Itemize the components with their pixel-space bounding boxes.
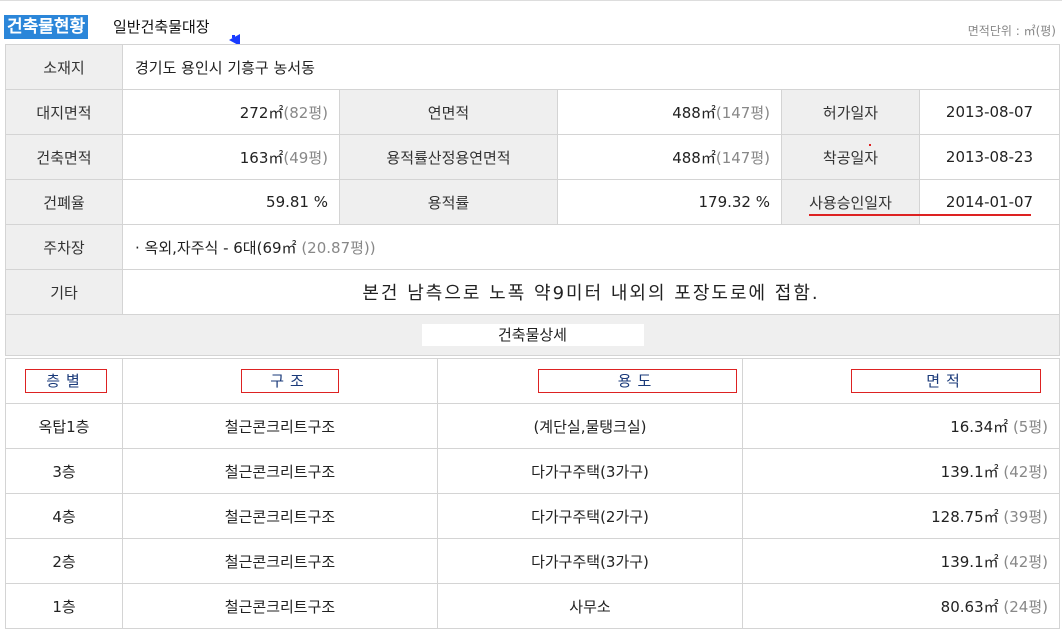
use-cell: 다가구주택(3가구) — [437, 538, 743, 584]
coverage-label: 건폐율 — [5, 179, 123, 225]
use-cell: 사무소 — [437, 583, 743, 629]
building-area-value: 163㎡(49평) — [122, 134, 340, 180]
total-floor-area-m2: 488㎡ — [672, 103, 716, 122]
col-header-area-label: 면적 — [851, 369, 1041, 393]
area-py: (24평) — [1003, 597, 1048, 616]
structure-cell: 철근콘크리트구조 — [122, 403, 438, 449]
area-cell: 139.1㎡ (42평) — [742, 538, 1060, 584]
page-title: 건축물현황 — [4, 15, 89, 39]
far-floor-area-label: 용적률산정용연면적 — [339, 134, 558, 180]
area-m2: 16.34㎡ — [950, 417, 1009, 436]
structure-cell: 철근콘크리트구조 — [122, 448, 438, 494]
building-area-m2: 163㎡ — [239, 148, 284, 167]
parking-text: · 옥외,자주식 - 6대(69㎡ — [135, 238, 297, 257]
start-date-label: 착공일자 — [781, 134, 920, 180]
use-cell: 다가구주택(3가구) — [437, 448, 743, 494]
floor-cell: 2층 — [5, 538, 123, 584]
section-row: 건축물상세 — [4, 314, 1061, 356]
other-value: 본건 남측으로 노폭 약9미터 내외의 포장도로에 접함. — [121, 269, 1061, 315]
other-row: 기타 본건 남측으로 노폭 약9미터 내외의 포장도로에 접함. — [5, 269, 1061, 315]
land-area-py: (82평) — [283, 103, 328, 122]
land-area-label: 대지면적 — [5, 89, 123, 135]
area-py: (39평) — [1003, 507, 1048, 526]
parking-row: 주차장 · 옥외,자주식 - 6대(69㎡ (20.87평)) — [5, 224, 1061, 270]
floor-detail-table: 층별 구조 용도 면적 옥탑1층 철근콘크리트구조 (계단실,물탱크실) 16.… — [5, 358, 1060, 629]
permit-date-value: 2013-08-07 — [918, 89, 1061, 135]
approval-date-label: 사용승인일자 — [781, 179, 920, 225]
page-header: 건축물현황 일반건축물대장 면적단위 : ㎡(평) — [0, 0, 1062, 46]
land-area-m2: 272㎡ — [239, 103, 284, 122]
register-type-tab[interactable]: 일반건축물대장 — [113, 15, 210, 39]
col-header-structure-label: 구조 — [241, 369, 339, 393]
col-header-use: 용도 — [437, 358, 743, 404]
location-value: 경기도 용인시 기흥구 농서동 — [121, 44, 1061, 90]
table-row: 3층 철근콘크리트구조 다가구주택(3가구) 139.1㎡ (42평) — [5, 448, 1060, 494]
permit-date-label: 허가일자 — [781, 89, 920, 135]
start-date-value: 2013-08-23 — [918, 134, 1061, 180]
floor-cell: 옥탑1층 — [5, 403, 123, 449]
area-py: (5평) — [1012, 417, 1048, 436]
floor-cell: 1층 — [5, 583, 123, 629]
area-row-2: 건축면적 163㎡(49평) 용적률산정용연면적 488㎡(147평) 착공일자… — [5, 134, 1061, 180]
building-area-label: 건축면적 — [5, 134, 123, 180]
coverage-value: 59.81 % — [122, 179, 340, 225]
area-cell: 139.1㎡ (42평) — [742, 448, 1060, 494]
far-floor-area-py: (147평) — [715, 148, 770, 167]
col-header-structure: 구조 — [122, 358, 438, 404]
use-cell: (계단실,물탱크실) — [437, 403, 743, 449]
far-value: 179.32 % — [557, 179, 782, 225]
area-cell: 16.34㎡ (5평) — [742, 403, 1060, 449]
location-row: 소재지 경기도 용인시 기흥구 농서동 — [5, 44, 1061, 90]
total-floor-area-value: 488㎡(147평) — [557, 89, 782, 135]
approval-date-underline — [809, 214, 1031, 216]
total-floor-area-label: 연면적 — [339, 89, 558, 135]
area-m2: 139.1㎡ — [940, 462, 999, 481]
detail-header-row: 층별 구조 용도 면적 — [5, 358, 1060, 404]
table-row: 옥탑1층 철근콘크리트구조 (계단실,물탱크실) 16.34㎡ (5평) — [5, 403, 1060, 449]
col-header-floor: 층별 — [5, 358, 123, 404]
structure-cell: 철근콘크리트구조 — [122, 538, 438, 584]
structure-cell: 철근콘크리트구조 — [122, 583, 438, 629]
area-cell: 128.75㎡ (39평) — [742, 493, 1060, 539]
area-unit-note: 면적단위 : ㎡(평) — [967, 24, 1056, 38]
building-area-py: (49평) — [283, 148, 328, 167]
parking-py: (20.87평)) — [301, 238, 376, 257]
col-header-use-label: 용도 — [538, 369, 737, 393]
other-label: 기타 — [5, 269, 123, 315]
section-band: 건축물상세 — [4, 314, 1061, 356]
land-area-value: 272㎡(82평) — [122, 89, 340, 135]
table-row: 1층 철근콘크리트구조 사무소 80.63㎡ (24평) — [5, 583, 1060, 629]
use-cell: 다가구주택(2가구) — [437, 493, 743, 539]
ratio-row: 건폐율 59.81 % 용적률 179.32 % 사용승인일자 2014-01-… — [5, 179, 1061, 225]
far-floor-area-value: 488㎡(147평) — [557, 134, 782, 180]
structure-cell: 철근콘크리트구조 — [122, 493, 438, 539]
section-title: 건축물상세 — [421, 324, 644, 346]
area-py: (42평) — [1003, 552, 1048, 571]
table-row: 4층 철근콘크리트구조 다가구주택(2가구) 128.75㎡ (39평) — [5, 493, 1060, 539]
area-m2: 128.75㎡ — [931, 507, 999, 526]
far-floor-area-m2: 488㎡ — [672, 148, 716, 167]
col-header-area: 면적 — [742, 358, 1060, 404]
area-py: (42평) — [1003, 462, 1048, 481]
location-label: 소재지 — [5, 44, 123, 90]
floor-cell: 4층 — [5, 493, 123, 539]
far-label: 용적률 — [339, 179, 558, 225]
building-info-table: 소재지 경기도 용인시 기흥구 농서동 대지면적 272㎡(82평) 연면적 4… — [4, 44, 1061, 356]
floor-cell: 3층 — [5, 448, 123, 494]
table-row: 2층 철근콘크리트구조 다가구주택(3가구) 139.1㎡ (42평) — [5, 538, 1060, 584]
area-m2: 139.1㎡ — [940, 552, 999, 571]
annotation-dot — [869, 144, 871, 146]
parking-label: 주차장 — [5, 224, 123, 270]
col-header-floor-label: 층별 — [25, 369, 107, 393]
area-m2: 80.63㎡ — [940, 597, 999, 616]
area-row-1: 대지면적 272㎡(82평) 연면적 488㎡(147평) 허가일자 2013-… — [5, 89, 1061, 135]
area-cell: 80.63㎡ (24평) — [742, 583, 1060, 629]
parking-value: · 옥외,자주식 - 6대(69㎡ (20.87평)) — [121, 224, 1061, 270]
total-floor-area-py: (147평) — [715, 103, 770, 122]
approval-date-value: 2014-01-07 — [918, 179, 1061, 225]
